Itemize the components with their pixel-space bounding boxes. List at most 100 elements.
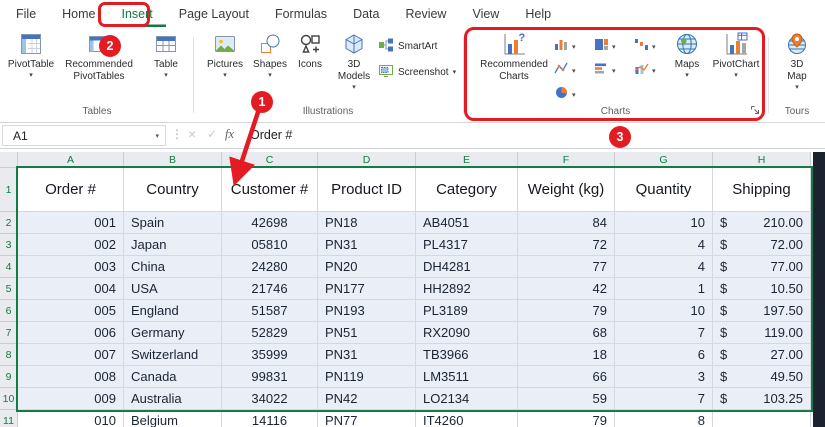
data-cell[interactable]: 10 [615,212,713,234]
data-cell[interactable]: PN42 [318,388,416,410]
data-cell[interactable]: 66 [518,366,615,388]
3d-models-button[interactable]: 3D Models ▾ [330,30,378,91]
data-cell[interactable]: 79 [518,300,615,322]
data-cell[interactable]: Germany [124,322,222,344]
header-cell[interactable]: Weight (kg) [518,168,615,212]
insert-waterfall-chart-button[interactable]: ▾ [632,36,670,58]
insert-bar-chart-button[interactable]: ▾ [592,60,630,82]
data-cell[interactable]: 77 [518,256,615,278]
formula-bar-handle-icon[interactable]: ⋮ [171,127,183,141]
data-cell[interactable]: IT4260 [416,410,518,427]
recommended-pivottables-button[interactable]: Recommended PivotTables [58,30,140,83]
data-cell[interactable]: $10.50 [713,278,811,300]
header-cell[interactable]: Quantity [615,168,713,212]
data-cell[interactable]: PN193 [318,300,416,322]
data-cell[interactable]: 79 [518,410,615,427]
data-cell[interactable]: China [124,256,222,278]
data-cell[interactable]: $72.00 [713,234,811,256]
column-header-F[interactable]: F [518,152,615,168]
data-cell[interactable]: 10 [615,300,713,322]
data-cell[interactable]: 7 [615,388,713,410]
row-header-3[interactable]: 3 [0,234,18,256]
formula-bar-content[interactable]: Order # [250,128,292,142]
data-cell[interactable]: RX2090 [416,322,518,344]
data-cell[interactable]: Belgium [124,410,222,427]
insert-combo-chart-button[interactable]: ▾ [632,60,670,82]
data-cell[interactable]: 05810 [222,234,318,256]
header-cell[interactable]: Customer # [222,168,318,212]
insert-hierarchy-chart-button[interactable]: ▾ [592,36,630,58]
data-cell[interactable]: 002 [18,234,124,256]
shapes-button[interactable]: Shapes ▾ [250,30,290,79]
tab-file[interactable]: File [3,0,49,27]
data-cell[interactable]: 59 [518,388,615,410]
data-cell[interactable]: Australia [124,388,222,410]
data-cell[interactable]: $49.50 [713,366,811,388]
data-cell[interactable]: 001 [18,212,124,234]
data-cell[interactable]: HH2892 [416,278,518,300]
pivottable-button[interactable]: PivotTable ▾ [6,30,56,79]
data-cell[interactable]: DH4281 [416,256,518,278]
data-cell[interactable]: 42698 [222,212,318,234]
data-cell[interactable]: Canada [124,366,222,388]
column-header-G[interactable]: G [615,152,713,168]
name-box[interactable]: A1 ▾ [2,125,166,146]
tab-review[interactable]: Review [392,0,459,27]
tab-insert[interactable]: Insert [109,0,166,27]
insert-pie-chart-button[interactable]: ▾ [552,84,590,106]
data-cell[interactable]: 52829 [222,322,318,344]
header-cell[interactable]: Category [416,168,518,212]
data-cell[interactable]: England [124,300,222,322]
data-cell[interactable]: 14116 [222,410,318,427]
insert-function-icon[interactable]: fx [225,127,234,142]
data-cell[interactable]: 009 [18,388,124,410]
tab-help[interactable]: Help [512,0,564,27]
data-cell[interactable]: $77.00 [713,256,811,278]
row-header-5[interactable]: 5 [0,278,18,300]
data-cell[interactable]: 003 [18,256,124,278]
data-cell[interactable]: 4 [615,234,713,256]
column-header-E[interactable]: E [416,152,518,168]
data-cell[interactable]: PN77 [318,410,416,427]
data-cell[interactable]: Spain [124,212,222,234]
row-header-11[interactable]: 11 [0,410,18,427]
column-header-D[interactable]: D [318,152,416,168]
data-cell[interactable]: LO2134 [416,388,518,410]
data-cell[interactable]: 8 [615,410,713,427]
data-cell[interactable]: 99831 [222,366,318,388]
data-cell[interactable]: AB4051 [416,212,518,234]
screenshot-button[interactable]: Screenshot ▾ [378,62,456,82]
row-header-1[interactable]: 1 [0,168,18,212]
data-cell[interactable]: PN20 [318,256,416,278]
data-cell[interactable]: 008 [18,366,124,388]
data-cell[interactable]: $103.25 [713,388,811,410]
tab-view[interactable]: View [459,0,512,27]
data-cell[interactable]: 72 [518,234,615,256]
header-cell[interactable]: Order # [18,168,124,212]
data-cell[interactable]: LM3511 [416,366,518,388]
data-cell[interactable]: 21746 [222,278,318,300]
data-cell[interactable]: PN31 [318,344,416,366]
data-cell[interactable]: 51587 [222,300,318,322]
column-header-H[interactable]: H [713,152,811,168]
enter-icon[interactable]: ✓ [207,127,217,141]
data-cell[interactable]: 68 [518,322,615,344]
tab-formulas[interactable]: Formulas [262,0,340,27]
icons-button[interactable]: Icons [292,30,328,71]
table-button[interactable]: Table ▾ [144,30,188,79]
data-cell[interactable]: 3 [615,366,713,388]
row-header-6[interactable]: 6 [0,300,18,322]
data-cell[interactable]: 010 [18,410,124,427]
header-cell[interactable]: Shipping [713,168,811,212]
data-cell[interactable] [713,410,811,427]
data-cell[interactable]: 42 [518,278,615,300]
data-cell[interactable]: $210.00 [713,212,811,234]
column-header-C[interactable]: C [222,152,318,168]
data-cell[interactable]: 4 [615,256,713,278]
data-cell[interactable]: 35999 [222,344,318,366]
data-cell[interactable]: Switzerland [124,344,222,366]
insert-line-chart-button[interactable]: ▾ [552,60,590,82]
insert-column-chart-button[interactable]: ▾ [552,36,590,58]
header-cell[interactable]: Country [124,168,222,212]
smartart-button[interactable]: SmartArt [378,36,437,56]
